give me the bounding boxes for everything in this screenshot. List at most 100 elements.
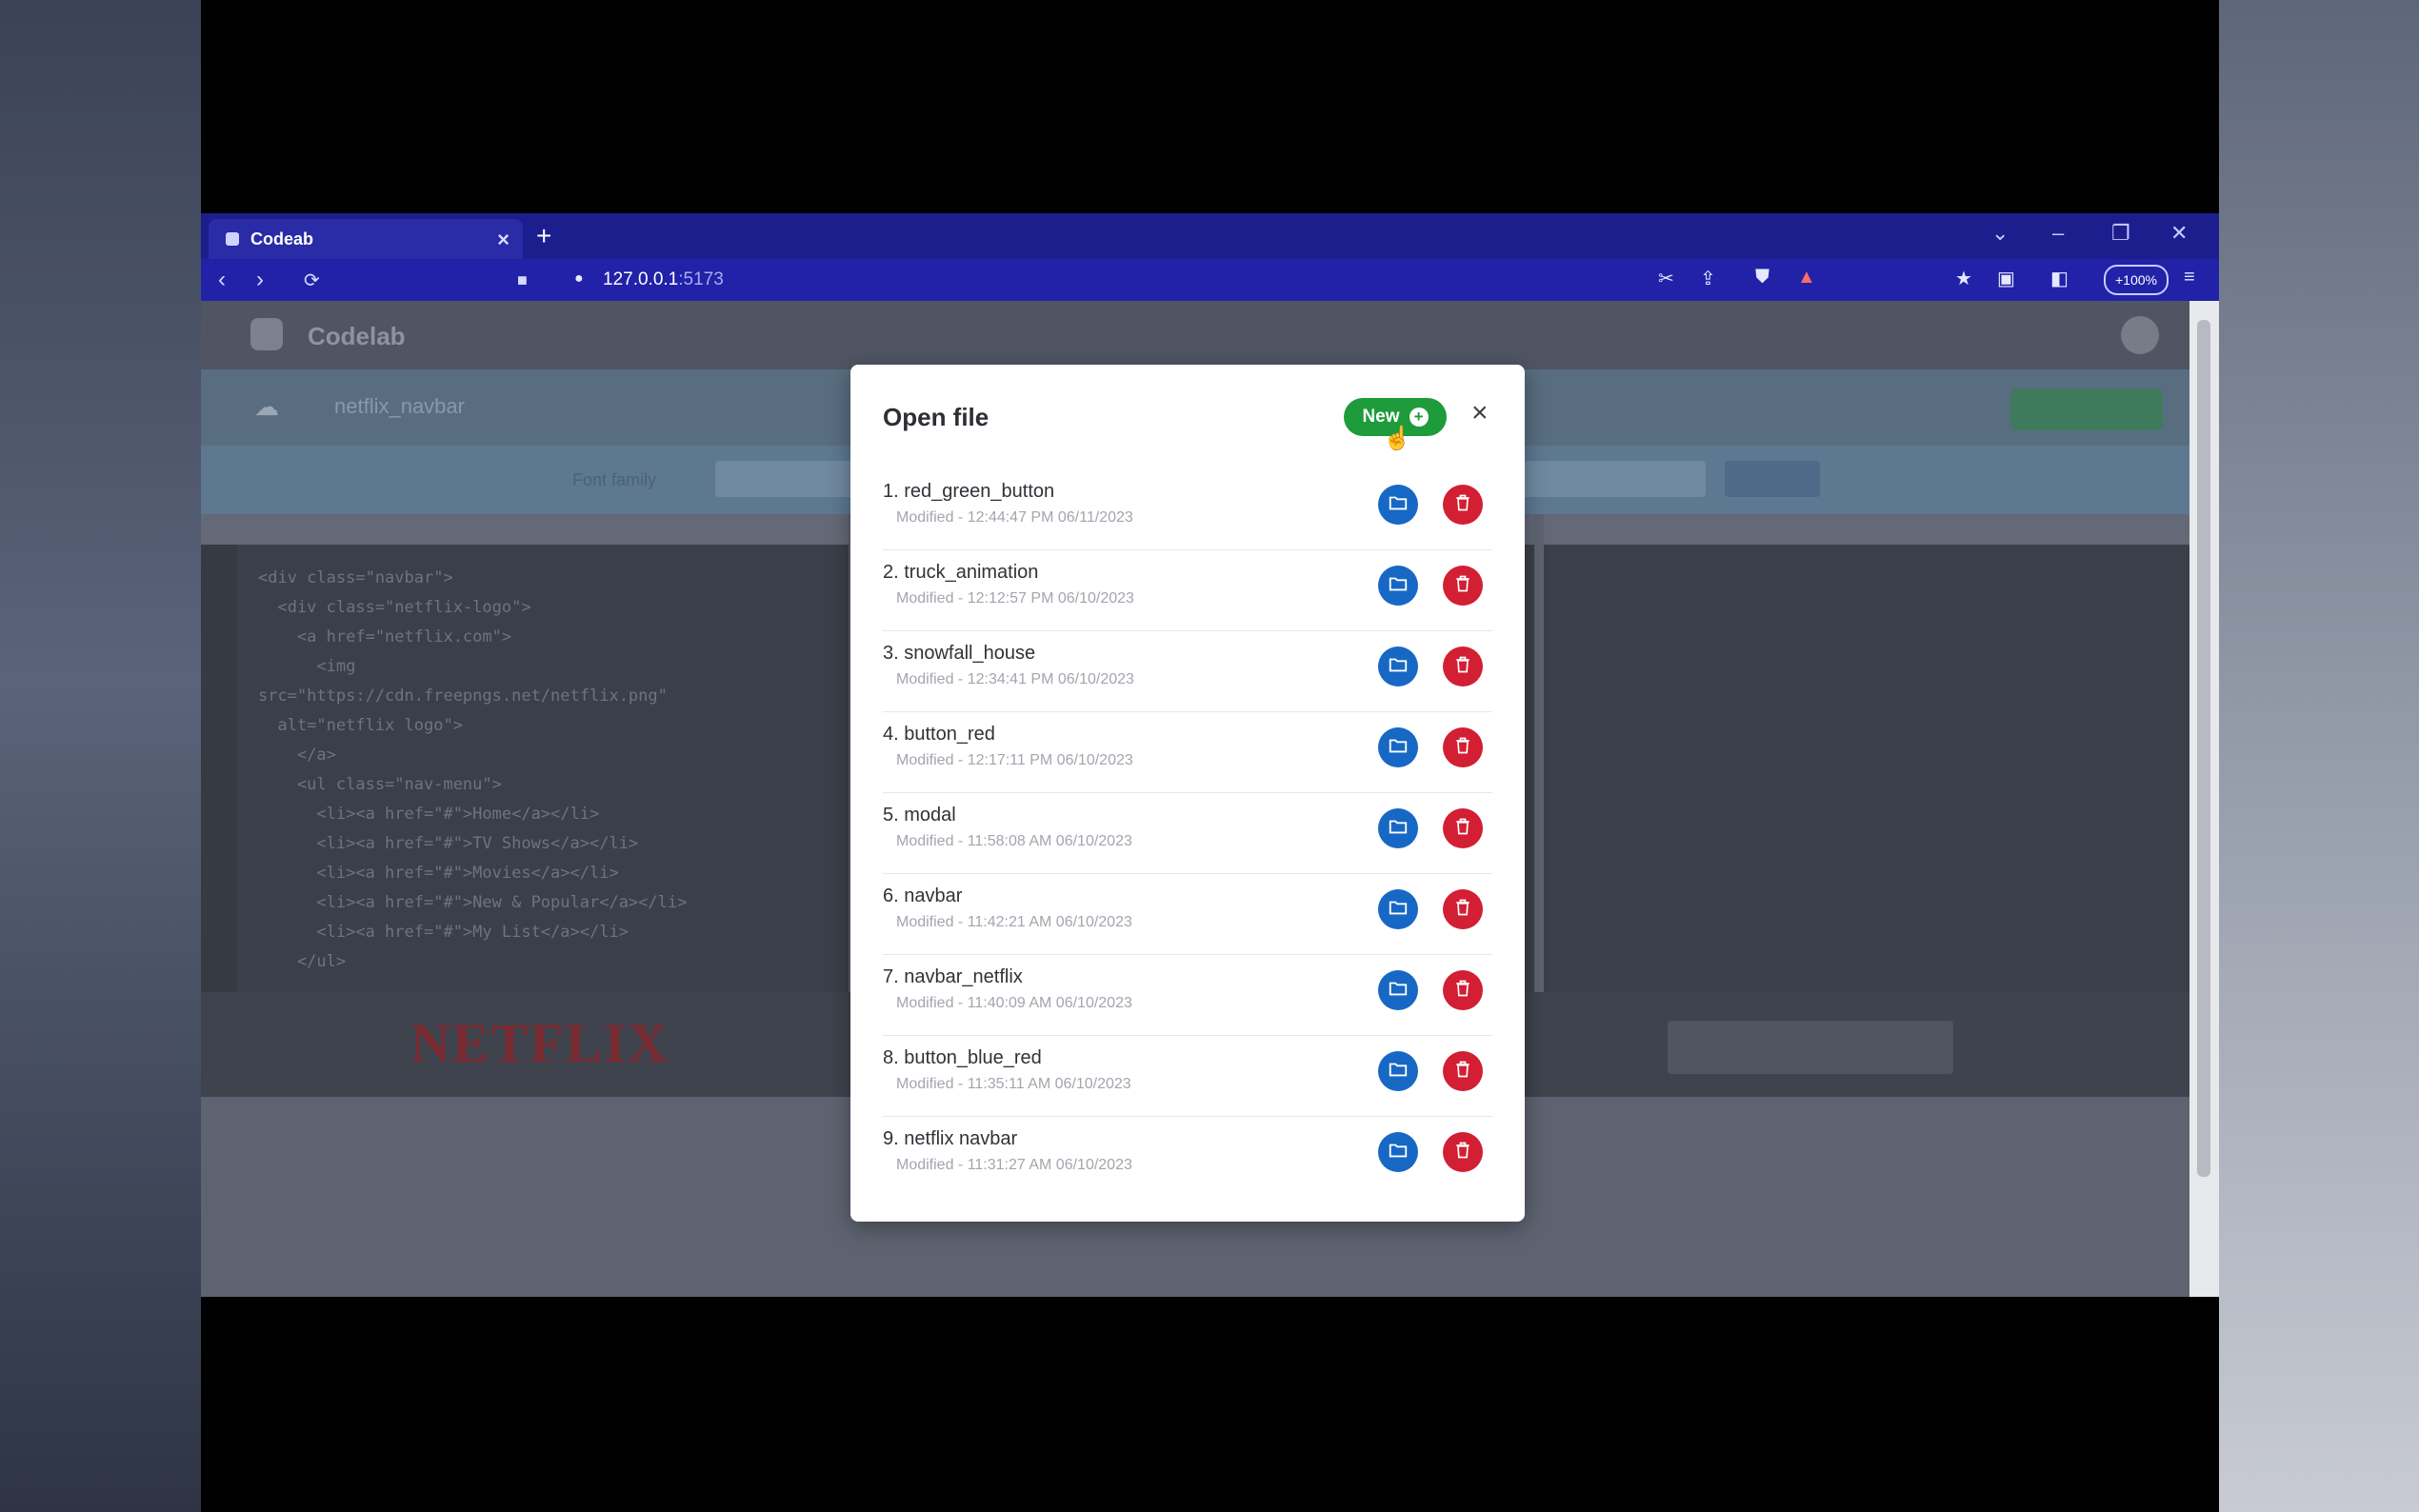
file-name[interactable]: 9. netflix navbar xyxy=(883,1128,1017,1150)
js-editor[interactable] xyxy=(1544,545,2189,992)
file-row[interactable]: 3. snowfall_house Modified - 12:34:41 PM … xyxy=(883,631,1492,712)
close-icon[interactable]: × xyxy=(1471,397,1489,429)
code-line: src="https://cdn.freepngs.net/netflix.pn… xyxy=(258,686,668,706)
browser-tab[interactable]: Codeab × xyxy=(209,219,523,259)
code-line: </ul> xyxy=(258,952,347,971)
html-panel-header xyxy=(201,514,849,545)
minimize-icon[interactable]: – xyxy=(2052,221,2064,246)
current-file-name[interactable]: netflix_navbar xyxy=(334,394,465,419)
delete-file-button[interactable] xyxy=(1443,889,1483,929)
shield-icon[interactable]: ⛊ xyxy=(1755,267,1769,288)
file-name[interactable]: 7. navbar_netflix xyxy=(883,966,1023,988)
html-editor[interactable]: <div class="navbar"> <div class="netflix… xyxy=(201,545,849,992)
new-tab-icon[interactable]: + xyxy=(536,221,551,251)
folder-icon xyxy=(1388,573,1409,599)
trash-icon xyxy=(1453,735,1472,761)
file-name[interactable]: 2. truck_animation xyxy=(883,562,1038,584)
extension-icon[interactable]: ✂ xyxy=(1658,267,1674,290)
open-file-button[interactable] xyxy=(1378,727,1418,767)
file-row[interactable]: 6. navbar Modified - 11:42:21 AM 06/10/20… xyxy=(883,874,1492,955)
forward-icon[interactable]: › xyxy=(256,267,264,293)
file-name[interactable]: 4. button_red xyxy=(883,724,995,746)
cloud-icon[interactable]: ☁ xyxy=(254,392,279,422)
apply-button[interactable] xyxy=(1725,461,1820,497)
code-text: <div class="navbar"> <div class="netflix… xyxy=(258,564,687,977)
file-modified: Modified - 11:40:09 AM 06/10/2023 xyxy=(896,995,1132,1011)
file-list: 1. red_green_button Modified - 12:44:47 P… xyxy=(883,469,1492,1197)
background-right xyxy=(2219,0,2419,1512)
delete-file-button[interactable] xyxy=(1443,808,1483,848)
delete-file-button[interactable] xyxy=(1443,1051,1483,1091)
app-name: Codelab xyxy=(308,322,406,350)
file-name[interactable]: 5. modal xyxy=(883,805,956,826)
modal-title: Open file xyxy=(883,403,990,431)
wallet-icon[interactable]: ◧ xyxy=(2050,267,2069,290)
file-row[interactable]: 1. red_green_button Modified - 12:44:47 P… xyxy=(883,469,1492,550)
delete-file-button[interactable] xyxy=(1443,1132,1483,1172)
delete-file-button[interactable] xyxy=(1443,566,1483,606)
file-row[interactable]: 4. button_red Modified - 12:17:11 PM 06/1… xyxy=(883,712,1492,793)
trash-icon xyxy=(1453,816,1472,842)
file-modified: Modified - 11:35:11 AM 06/10/2023 xyxy=(896,1076,1131,1092)
folder-icon xyxy=(1388,735,1409,761)
file-name[interactable]: 3. snowfall_house xyxy=(883,643,1035,665)
preview-element xyxy=(1668,1021,1953,1074)
code-line: </a> xyxy=(258,746,336,765)
url-text[interactable]: 127.0.0.1:5173 xyxy=(603,269,724,290)
maximize-icon[interactable]: ❐ xyxy=(2111,221,2130,246)
code-line: <li><a href="#">My List</a></li> xyxy=(258,923,629,942)
open-file-button[interactable] xyxy=(1378,808,1418,848)
code-line: alt="netflix logo"> xyxy=(258,716,463,735)
menu-icon[interactable]: ≡ xyxy=(2184,267,2195,288)
delete-file-button[interactable] xyxy=(1443,647,1483,686)
folder-icon xyxy=(1388,654,1409,680)
filter-label: Font family xyxy=(572,470,657,489)
file-name[interactable]: 6. navbar xyxy=(883,885,962,907)
code-line: <a href="netflix.com"> xyxy=(258,627,512,647)
back-icon[interactable]: ‹ xyxy=(218,267,226,293)
code-line: <img xyxy=(258,657,356,676)
file-row[interactable]: 2. truck_animation Modified - 12:12:57 PM… xyxy=(883,550,1492,631)
open-file-button[interactable] xyxy=(1378,1132,1418,1172)
delete-file-button[interactable] xyxy=(1443,485,1483,525)
file-modified: Modified - 12:12:57 PM 06/10/2023 xyxy=(896,590,1134,607)
delete-file-button[interactable] xyxy=(1443,970,1483,1010)
tab-search-icon[interactable]: ⌄ xyxy=(1991,221,2009,246)
open-button[interactable] xyxy=(2010,388,2163,430)
site-info-icon[interactable]: ● xyxy=(574,270,584,288)
file-name[interactable]: 1. red_green_button xyxy=(883,481,1054,503)
open-file-button[interactable] xyxy=(1378,889,1418,929)
scrollbar-thumb[interactable] xyxy=(2197,320,2210,1177)
zoom-badge[interactable]: +100% xyxy=(2104,265,2169,295)
code-line: <li><a href="#">New & Popular</a></li> xyxy=(258,893,688,912)
folder-icon xyxy=(1388,1140,1409,1165)
file-modified: Modified - 12:17:11 PM 06/10/2023 xyxy=(896,752,1133,768)
file-row[interactable]: 7. navbar_netflix Modified - 11:40:09 AM … xyxy=(883,955,1492,1036)
open-file-button[interactable] xyxy=(1378,1051,1418,1091)
open-file-button[interactable] xyxy=(1378,970,1418,1010)
open-file-button[interactable] xyxy=(1378,566,1418,606)
sidebar-icon[interactable]: ▣ xyxy=(1997,267,2015,290)
file-name[interactable]: 8. button_blue_red xyxy=(883,1047,1042,1069)
open-file-button[interactable] xyxy=(1378,647,1418,686)
open-file-button[interactable] xyxy=(1378,485,1418,525)
code-line: <ul class="nav-menu"> xyxy=(258,775,502,794)
reload-icon[interactable]: ⟳ xyxy=(304,269,320,292)
tab-close-icon[interactable]: × xyxy=(497,228,510,252)
avatar[interactable] xyxy=(2121,316,2159,354)
file-row[interactable]: 8. button_blue_red Modified - 11:35:11 AM… xyxy=(883,1036,1492,1117)
plus-icon: + xyxy=(1409,408,1429,427)
bookmark-icon[interactable]: ■ xyxy=(517,270,528,290)
window-close-icon[interactable]: ✕ xyxy=(2170,221,2188,246)
share-icon[interactable]: ⇪ xyxy=(1700,267,1716,290)
browser-toolbar: ‹ › ⟳ ■ xyxy=(201,259,2219,301)
file-row[interactable]: 9. netflix navbar Modified - 11:31:27 AM … xyxy=(883,1117,1492,1197)
trash-icon xyxy=(1453,492,1472,518)
folder-icon xyxy=(1388,816,1409,842)
alert-icon[interactable]: ▲ xyxy=(1797,267,1816,288)
file-modified: Modified - 12:34:41 PM 06/10/2023 xyxy=(896,671,1134,687)
tab-bar: Codeab × + ⌄ – ❐ ✕ xyxy=(201,213,2219,259)
pin-icon[interactable]: ★ xyxy=(1955,267,1972,290)
file-row[interactable]: 5. modal Modified - 11:58:08 AM 06/10/202… xyxy=(883,793,1492,874)
delete-file-button[interactable] xyxy=(1443,727,1483,767)
